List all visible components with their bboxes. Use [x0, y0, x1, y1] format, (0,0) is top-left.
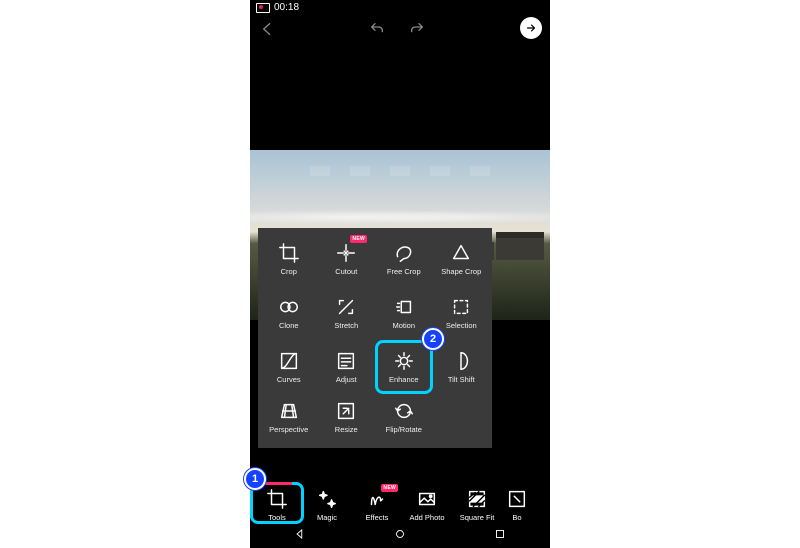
callout-2: 2 [422, 328, 444, 350]
sky-cloud [250, 208, 550, 226]
active-underline [262, 482, 292, 485]
tools-panel: Crop NEW Cutout Free Crop Shape Crop Clo… [258, 228, 492, 448]
stretch-icon [335, 296, 357, 318]
tool-label: Crop [281, 267, 297, 276]
tool-tiltshift[interactable]: Tilt Shift [433, 340, 491, 394]
callout-1: 1 [244, 468, 266, 490]
border-icon [506, 488, 528, 510]
tool-label: Adjust [336, 375, 357, 384]
tab-label: Effects [366, 513, 389, 522]
tool-perspective[interactable]: Perspective [260, 392, 318, 442]
clone-icon [278, 296, 300, 318]
undo-icon[interactable] [368, 21, 386, 37]
bottom-tab-bar: Tools Magic NEW Effects Add Photo Square… [250, 474, 550, 524]
tool-shapecrop[interactable]: Shape Crop [433, 232, 491, 286]
motion-icon [393, 296, 415, 318]
tab-label: Magic [317, 513, 337, 522]
squarefit-icon [466, 488, 488, 510]
tab-label: Bo [512, 513, 521, 522]
nav-back-icon[interactable] [293, 527, 307, 546]
tool-cutout[interactable]: NEW Cutout [318, 232, 376, 286]
nav-home-icon[interactable] [393, 527, 407, 546]
tool-freecrop[interactable]: Free Crop [375, 232, 433, 286]
building-silhouette [496, 232, 544, 260]
tool-adjust[interactable]: Adjust [318, 340, 376, 394]
magic-icon [316, 488, 338, 510]
forward-button[interactable] [520, 17, 542, 39]
back-arrow-icon[interactable] [258, 21, 276, 37]
tool-clone[interactable]: Clone [260, 286, 318, 340]
tab-addphoto[interactable]: Add Photo [402, 488, 452, 522]
enhance-icon [393, 350, 415, 372]
app-top-bar [250, 15, 550, 43]
tool-enhance[interactable]: Enhance [375, 340, 433, 394]
cutout-icon [335, 242, 357, 264]
tool-label: Perspective [269, 425, 308, 434]
status-bar: 00:18 [250, 0, 550, 15]
redo-icon[interactable] [408, 21, 426, 37]
perspective-icon [278, 400, 300, 422]
tool-label: Stretch [334, 321, 358, 330]
record-icon [256, 3, 270, 13]
tool-label: Clone [279, 321, 299, 330]
tool-label: Curves [277, 375, 301, 384]
tool-curves[interactable]: Curves [260, 340, 318, 394]
android-nav-bar [250, 524, 550, 548]
fliprotate-icon [393, 400, 415, 422]
shapecrop-icon [450, 242, 472, 264]
tool-label: Motion [392, 321, 415, 330]
nav-recent-icon[interactable] [493, 527, 507, 546]
tool-label: Resize [335, 425, 358, 434]
selection-icon [450, 296, 472, 318]
tool-stretch[interactable]: Stretch [318, 286, 376, 340]
addphoto-icon [416, 488, 438, 510]
status-time: 00:18 [274, 2, 299, 13]
panel-spacer [433, 392, 491, 442]
freecrop-icon [393, 242, 415, 264]
tab-tools[interactable]: Tools [252, 488, 302, 522]
tool-label: Selection [446, 321, 477, 330]
tool-label: Free Crop [387, 267, 421, 276]
tool-label: Flip/Rotate [386, 425, 422, 434]
adjust-icon [335, 350, 357, 372]
watermark-strip [310, 166, 490, 176]
tab-effects[interactable]: NEW Effects [352, 488, 402, 522]
new-badge: NEW [381, 484, 398, 492]
tool-resize[interactable]: Resize [318, 392, 376, 442]
resize-icon [335, 400, 357, 422]
phone-frame: 00:18 Crop NEW Cutout [250, 0, 550, 548]
tab-squarefit[interactable]: Square Fit [452, 488, 502, 522]
tab-magic[interactable]: Magic [302, 488, 352, 522]
tab-border[interactable]: Bo [502, 488, 532, 522]
curves-icon [278, 350, 300, 372]
tab-label: Add Photo [409, 513, 444, 522]
tool-label: Shape Crop [441, 267, 481, 276]
tool-label: Tilt Shift [448, 375, 475, 384]
tool-crop[interactable]: Crop [260, 232, 318, 286]
tool-fliprotate[interactable]: Flip/Rotate [375, 392, 433, 442]
tiltshift-icon [450, 350, 472, 372]
crop-icon [278, 242, 300, 264]
tool-label: Cutout [335, 267, 357, 276]
tab-label: Square Fit [460, 513, 495, 522]
tool-label: Enhance [389, 375, 419, 384]
